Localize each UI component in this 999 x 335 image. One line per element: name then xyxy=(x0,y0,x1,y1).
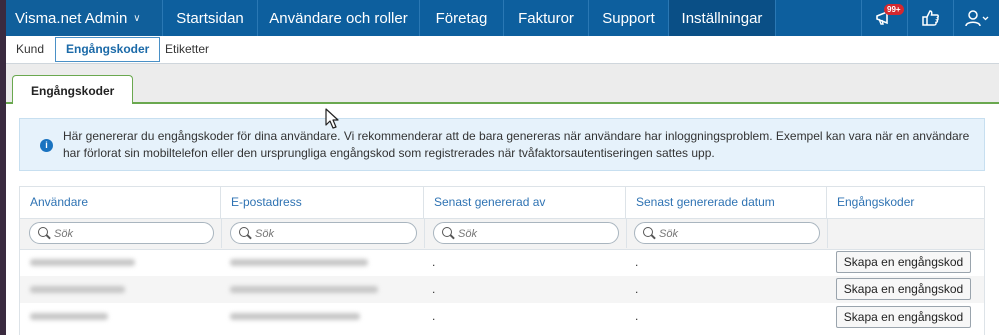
sub-navigation: Kund Engångskoder Etiketter xyxy=(6,36,999,64)
feedback-button[interactable] xyxy=(907,0,953,36)
notifications-button[interactable]: 99+ xyxy=(861,0,907,36)
subtab-kund[interactable]: Kund xyxy=(16,38,44,61)
table-row: . . Skapa en engångskod xyxy=(20,276,984,303)
mouse-pointer-icon xyxy=(325,108,339,129)
info-message: i Här genererar du engångskoder för dina… xyxy=(19,118,985,171)
filter-row xyxy=(20,218,984,250)
thumbs-up-icon xyxy=(921,10,939,26)
generated-date-value: . xyxy=(635,255,639,269)
search-user-field[interactable] xyxy=(29,222,214,244)
subtab-engangskoder[interactable]: Engångskoder xyxy=(55,37,161,62)
tab-engangskoder[interactable]: Engångskoder xyxy=(12,75,134,104)
column-header-email[interactable]: E-postadress xyxy=(221,187,424,218)
generated-by-value: . xyxy=(432,282,436,296)
nav-item-foretag[interactable]: Företag xyxy=(420,0,504,36)
generated-by-value: . xyxy=(432,255,436,269)
nav-item-fakturor[interactable]: Fakturor xyxy=(504,0,589,36)
table-row: . . Skapa en engångskod xyxy=(20,303,984,330)
nav-item-users-roles[interactable]: Användare och roller xyxy=(258,0,420,36)
column-divider xyxy=(424,218,425,248)
search-date-input[interactable] xyxy=(657,225,811,243)
search-user-input[interactable] xyxy=(52,225,206,243)
column-header-user[interactable]: Användare xyxy=(20,187,221,218)
redacted-user xyxy=(30,313,108,320)
generated-date-value: . xyxy=(635,282,639,296)
app-switcher[interactable]: Visma.net Admin ∨ xyxy=(6,0,163,36)
search-icon xyxy=(643,227,653,237)
user-icon xyxy=(964,10,988,27)
chevron-down-icon: ∨ xyxy=(133,12,141,24)
create-code-button[interactable]: Skapa en engångskod xyxy=(836,306,971,328)
column-header-generated-date[interactable]: Senast genererade datum xyxy=(626,187,827,218)
redacted-email xyxy=(230,286,378,293)
redacted-email xyxy=(230,313,360,320)
info-icon: i xyxy=(40,139,53,152)
column-header-generated-by[interactable]: Senast genererad av xyxy=(424,187,626,218)
column-header-codes: Engångskoder xyxy=(837,195,915,209)
app-title: Visma.net Admin xyxy=(15,9,128,27)
generated-by-value: . xyxy=(432,309,436,323)
redacted-email xyxy=(230,259,368,266)
nav-item-support[interactable]: Support xyxy=(589,0,669,36)
info-text: Här genererar du engångskoder för dina a… xyxy=(63,129,970,160)
search-date-field[interactable] xyxy=(634,222,820,244)
create-code-button[interactable]: Skapa en engångskod xyxy=(836,278,971,300)
column-divider xyxy=(827,218,828,248)
search-email-field[interactable] xyxy=(230,222,417,244)
create-code-button[interactable]: Skapa en engångskod xyxy=(836,251,971,273)
top-navigation: Visma.net Admin ∨ Startsidan Användare o… xyxy=(6,0,999,36)
redacted-user xyxy=(30,259,135,266)
tab-underline xyxy=(131,102,999,104)
nav-item-startsidan[interactable]: Startsidan xyxy=(163,0,258,36)
search-generated-by-input[interactable] xyxy=(456,225,610,243)
search-icon xyxy=(442,227,452,237)
nav-item-installningar[interactable]: Inställningar xyxy=(669,0,776,36)
table-row: . . Skapa en engångskod xyxy=(20,249,984,276)
page-tab-bar xyxy=(6,64,999,104)
search-icon xyxy=(239,227,249,237)
notification-badge: 99+ xyxy=(884,4,904,15)
redacted-user xyxy=(30,286,125,293)
search-generated-by-field[interactable] xyxy=(433,222,619,244)
subtab-etiketter[interactable]: Etiketter xyxy=(165,38,209,61)
column-divider xyxy=(221,218,222,248)
search-email-input[interactable] xyxy=(253,225,407,243)
one-time-codes-table: Användare E-postadress Senast genererad … xyxy=(19,186,985,335)
search-icon xyxy=(38,227,48,237)
column-divider xyxy=(626,218,627,248)
user-menu-button[interactable] xyxy=(953,0,999,36)
generated-date-value: . xyxy=(635,309,639,323)
